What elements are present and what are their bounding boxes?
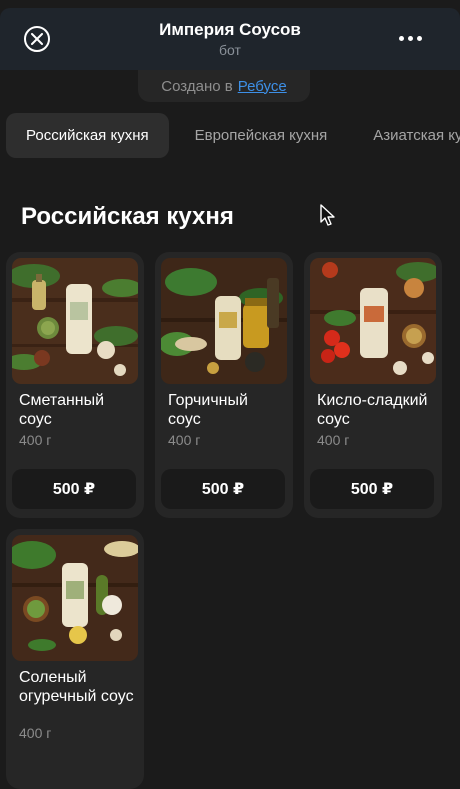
more-dots-icon [399, 36, 404, 41]
product-image [12, 535, 138, 661]
product-card[interactable]: Сметанный соус 400 г 500 ₽ [6, 252, 144, 518]
product-card[interactable]: Соленый огуречный соус 400 г [6, 529, 144, 789]
created-in-badge: Создано в Ребусе [138, 70, 310, 102]
product-image [161, 258, 287, 384]
product-weight: 400 г [19, 432, 52, 448]
price-button[interactable]: 500 ₽ [12, 469, 136, 509]
tab-russian-cuisine[interactable]: Российская кухня [6, 113, 169, 158]
product-card[interactable]: Горчичный соус 400 г 500 ₽ [155, 252, 293, 518]
product-name: Соленый огуречный соус [19, 669, 134, 705]
mouse-cursor-icon [320, 204, 335, 226]
bot-title: Империя Соусов [159, 20, 301, 39]
product-weight: 400 г [168, 432, 201, 448]
more-dot [417, 36, 422, 41]
price-button[interactable]: 500 ₽ [310, 469, 434, 509]
product-name: Сметанный соус [19, 392, 105, 428]
rebus-link[interactable]: Ребусе [238, 78, 287, 95]
section-title: Российская кухня [21, 203, 234, 230]
created-in-label: Создано в [161, 77, 233, 95]
price-button[interactable]: 500 ₽ [161, 469, 285, 509]
tab-european-cuisine[interactable]: Европейская кухня [175, 113, 348, 158]
product-image [310, 258, 436, 384]
tab-asian-cuisine[interactable]: Азиатская кухня [353, 113, 460, 158]
product-weight: 400 г [317, 432, 350, 448]
product-image [12, 258, 138, 384]
more-menu-button[interactable] [399, 36, 422, 41]
product-weight: 400 г [19, 725, 52, 741]
product-name: Кисло-сладкий соус [317, 392, 428, 428]
product-card[interactable]: Кисло-сладкий соус 400 г 500 ₽ [304, 252, 442, 518]
product-name: Горчичный соус [168, 392, 248, 428]
more-dot [408, 36, 413, 41]
app-header: Империя Соусов бот [0, 8, 460, 70]
category-tabs: Российская кухня Европейская кухня Азиатск… [6, 113, 460, 159]
bot-subtitle: бот [219, 42, 241, 58]
